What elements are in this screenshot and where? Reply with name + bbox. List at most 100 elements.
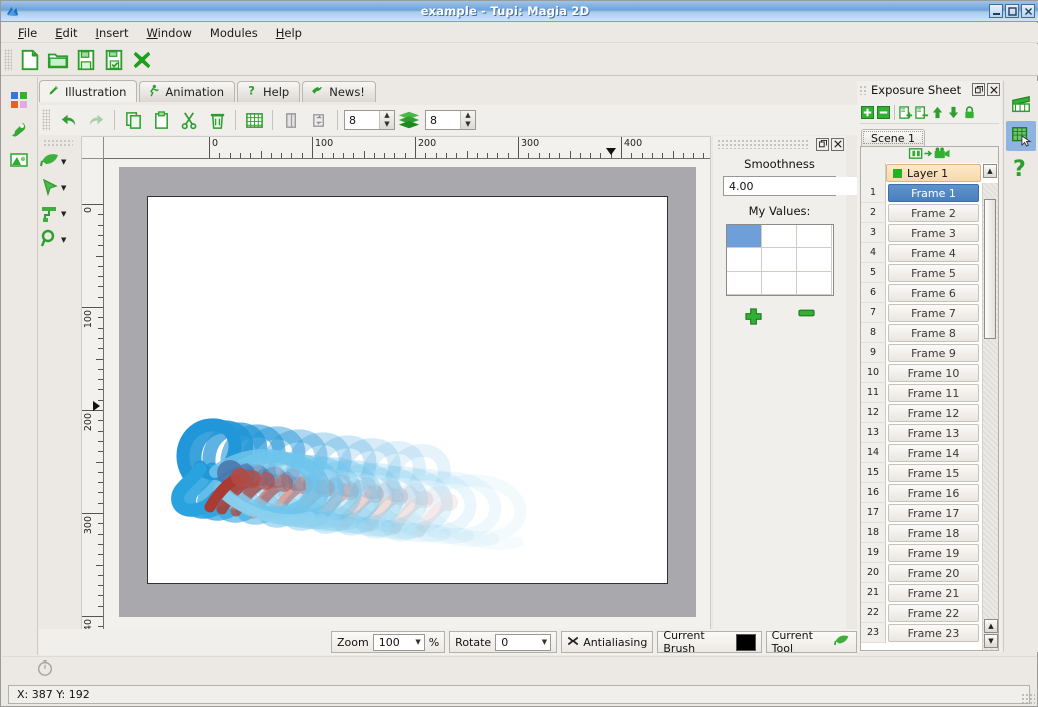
add-frame-icon[interactable] — [860, 104, 875, 122]
frame-row[interactable]: 6 Frame 6 — [861, 283, 982, 303]
frame-cell[interactable]: Frame 12 — [888, 404, 979, 422]
open-project-icon[interactable] — [44, 46, 72, 74]
value-cell[interactable] — [761, 271, 798, 295]
close-button[interactable] — [1021, 4, 1035, 18]
frame-cell[interactable]: Frame 2 — [888, 204, 979, 222]
frame-row[interactable]: 10 Frame 10 — [861, 363, 982, 383]
onion-previous-arrows[interactable]: ▲ ▼ — [379, 111, 394, 129]
canvas-area[interactable]: 0100200300400500 010020030040 — [81, 136, 711, 631]
tool-node[interactable]: ▼ — [39, 175, 81, 201]
remove-value-icon[interactable] — [797, 308, 815, 328]
layer-cell[interactable]: Layer 1 — [886, 164, 981, 182]
save-project-icon[interactable] — [72, 46, 100, 74]
maximize-button[interactable] — [1005, 4, 1019, 18]
spin-down-icon[interactable]: ▼ — [380, 120, 394, 129]
tool-zoom[interactable]: ▼ — [39, 227, 81, 253]
values-grid[interactable] — [725, 224, 834, 296]
onion-previous-spinner[interactable]: ▲ ▼ — [344, 110, 395, 130]
value-cell[interactable] — [726, 248, 762, 272]
frame-cell[interactable]: Frame 22 — [888, 604, 979, 622]
value-cell[interactable] — [726, 225, 762, 249]
frame-cell[interactable]: Frame 19 — [888, 544, 979, 562]
frame-row[interactable]: 7 Frame 7 — [861, 303, 982, 323]
value-cell[interactable] — [797, 248, 833, 272]
frame-row[interactable]: 22 Frame 22 — [861, 603, 982, 623]
move-up-icon[interactable] — [930, 104, 945, 122]
frame-cell[interactable]: Frame 5 — [888, 264, 979, 282]
layer-row[interactable]: Layer 1 ▲ — [861, 163, 998, 183]
menu-modules[interactable]: Modules — [201, 24, 267, 42]
tab-help[interactable]: ? Help — [237, 81, 301, 102]
cut-icon[interactable] — [175, 106, 203, 134]
exposure-sheet-module-icon[interactable] — [1006, 121, 1036, 151]
frame-row[interactable]: 21 Frame 21 — [861, 583, 982, 603]
scrollbar-thumb[interactable] — [984, 199, 996, 339]
frame-cell[interactable]: Frame 3 — [888, 224, 979, 242]
frame-cell[interactable]: Frame 23 — [888, 624, 979, 642]
save-as-project-icon[interactable] — [100, 46, 128, 74]
illustration-toolbar-grip[interactable] — [42, 109, 50, 131]
smoothness-input[interactable] — [724, 177, 876, 195]
chevron-down-icon[interactable]: ▼ — [415, 638, 420, 646]
canvas-page[interactable] — [147, 196, 668, 584]
frame-cell[interactable]: Frame 17 — [888, 504, 979, 522]
frame-list[interactable]: 1 Frame 1 2 Frame 2 3 Frame 3 4 Frame 4 5 Frame 5… — [861, 183, 982, 650]
frame-cell[interactable]: Frame 8 — [888, 324, 979, 342]
frame-cell[interactable]: Frame 10 — [888, 364, 979, 382]
smoothness-panel-grip[interactable] — [717, 139, 810, 149]
redo-icon[interactable] — [82, 106, 110, 134]
chevron-down-icon[interactable]: ▼ — [61, 184, 66, 192]
tab-animation[interactable]: Animation — [139, 81, 236, 102]
pen-brush-icon[interactable] — [1, 115, 37, 145]
frame-row[interactable]: 18 Frame 18 — [861, 523, 982, 543]
current-brush-swatch[interactable] — [735, 633, 756, 651]
frame-row[interactable]: 19 Frame 19 — [861, 543, 982, 563]
scroll-down-button[interactable]: ▼ — [984, 634, 998, 648]
frame-row[interactable]: 1 Frame 1 — [861, 183, 982, 203]
scroll-up-button[interactable]: ▲ — [983, 164, 997, 178]
menu-insert[interactable]: Insert — [87, 24, 138, 42]
resize-grip[interactable] — [1021, 693, 1035, 705]
frame-row[interactable]: 9 Frame 9 — [861, 343, 982, 363]
tab-news[interactable]: News! — [302, 81, 376, 102]
exposure-sheet-grip[interactable] — [859, 84, 867, 95]
onion-next-spinner[interactable]: ▲ ▼ — [425, 110, 476, 130]
frame-cell[interactable]: Frame 1 — [888, 184, 979, 202]
menu-window[interactable]: Window — [138, 24, 201, 42]
remove-layer-icon[interactable] — [914, 104, 929, 122]
exposure-sheet-grid[interactable]: Layer 1 ▲ 1 Frame 1 2 Frame 2 3 Frame 3 4 Frame… — [860, 146, 999, 651]
value-cell[interactable] — [761, 248, 798, 272]
frame-row[interactable]: 3 Frame 3 — [861, 223, 982, 243]
value-cell[interactable] — [761, 225, 798, 249]
frame-row[interactable]: 4 Frame 4 — [861, 243, 982, 263]
spin-up-icon[interactable]: ▲ — [380, 111, 394, 120]
current-brush-group[interactable]: Current Brush — [657, 629, 762, 655]
layer-color-swatch[interactable] — [893, 168, 902, 178]
new-project-icon[interactable] — [16, 46, 44, 74]
menu-file[interactable]: File — [9, 24, 46, 42]
page-forward-icon[interactable] — [277, 106, 305, 134]
frame-cell[interactable]: Frame 6 — [888, 284, 979, 302]
frame-row[interactable]: 8 Frame 8 — [861, 323, 982, 343]
insert-layer-icon[interactable] — [898, 104, 913, 122]
onion-next-arrows[interactable]: ▲ ▼ — [460, 111, 475, 129]
chevron-down-icon[interactable]: ▼ — [542, 638, 547, 646]
chevron-down-icon[interactable]: ▼ — [61, 236, 66, 244]
frame-row[interactable]: 2 Frame 2 — [861, 203, 982, 223]
value-cell[interactable] — [797, 225, 833, 249]
undo-icon[interactable] — [54, 106, 82, 134]
undock-icon[interactable] — [816, 137, 829, 151]
frame-cell[interactable]: Frame 7 — [888, 304, 979, 322]
scene-tab[interactable]: Scene 1 — [861, 129, 926, 146]
help-module-icon[interactable]: ? — [1006, 153, 1036, 183]
close-icon[interactable] — [987, 83, 1000, 96]
chevron-down-icon[interactable]: ▼ — [61, 210, 66, 218]
undock-icon[interactable] — [972, 83, 985, 96]
frame-cell[interactable]: Frame 9 — [888, 344, 979, 362]
antialiasing-group[interactable]: Antialiasing — [561, 631, 654, 653]
minimize-button[interactable] — [989, 4, 1003, 18]
value-cell[interactable] — [726, 271, 762, 295]
frame-cell[interactable]: Frame 11 — [888, 384, 979, 402]
toolbar-grip[interactable] — [4, 48, 12, 71]
scroll-up-button-2[interactable]: ▲ — [984, 619, 998, 633]
